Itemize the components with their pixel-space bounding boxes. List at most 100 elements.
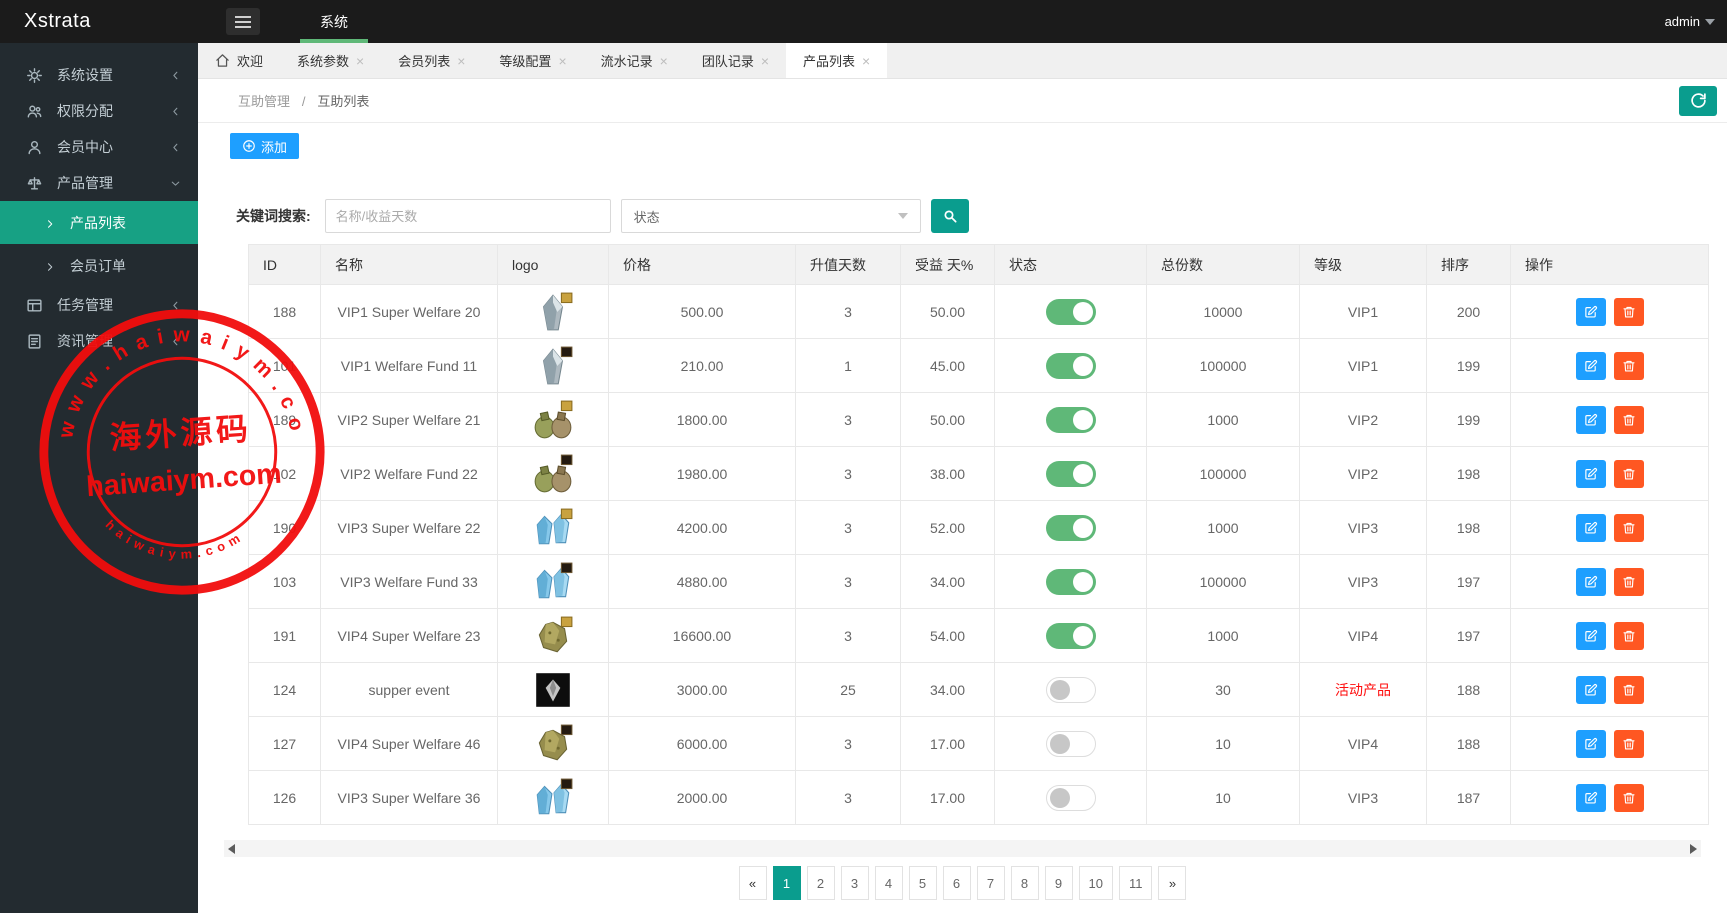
menu-toggle-button[interactable]: [226, 8, 260, 35]
delete-button[interactable]: [1613, 729, 1644, 758]
status-toggle[interactable]: [1045, 622, 1096, 649]
sidebar-item-permissions[interactable]: 权限分配: [0, 93, 198, 129]
pagination: «1 2 3 4 5 6 7 8 9 10 11»: [224, 866, 1701, 900]
page-button[interactable]: 9: [1044, 866, 1073, 900]
search-button[interactable]: [930, 199, 969, 233]
delete-button[interactable]: [1613, 405, 1644, 434]
sidebar-item-settings[interactable]: 系统设置: [0, 57, 198, 93]
sidebar-item-news[interactable]: 资讯管理: [0, 323, 198, 359]
edit-icon: [1584, 359, 1598, 373]
status-toggle[interactable]: [1045, 352, 1096, 379]
cell-actions: [1510, 662, 1709, 717]
page-button[interactable]: 1: [772, 866, 801, 900]
status-toggle[interactable]: [1045, 514, 1096, 541]
close-icon[interactable]: ×: [761, 54, 769, 68]
close-icon[interactable]: ×: [356, 54, 364, 68]
cell-logo: [497, 716, 609, 771]
cell-sort: 197: [1426, 554, 1511, 609]
column-header: 等级: [1299, 244, 1427, 285]
table-row: 127 VIP4 Super Welfare 46 6000.00 3 17.00 10 V…: [248, 716, 1709, 771]
cell-logo: [497, 662, 609, 717]
delete-button[interactable]: [1613, 297, 1644, 326]
edit-button[interactable]: [1575, 675, 1606, 704]
cell-days: 3: [795, 608, 901, 663]
page-button[interactable]: 6: [942, 866, 971, 900]
delete-button[interactable]: [1613, 351, 1644, 380]
cell-percent: 34.00: [900, 554, 995, 609]
status-toggle[interactable]: [1045, 784, 1096, 811]
scroll-right-icon[interactable]: [1690, 843, 1697, 854]
status-toggle[interactable]: [1045, 730, 1096, 757]
cell-total: 10: [1146, 716, 1300, 771]
page-button[interactable]: 7: [976, 866, 1005, 900]
delete-button[interactable]: [1613, 675, 1644, 704]
tab-level-config[interactable]: 等级配置 ×: [482, 43, 583, 78]
close-icon[interactable]: ×: [660, 54, 668, 68]
page-prev-button[interactable]: «: [738, 866, 767, 900]
scroll-left-icon[interactable]: [228, 843, 235, 854]
edit-button[interactable]: [1575, 297, 1606, 326]
edit-button[interactable]: [1575, 567, 1606, 596]
user-menu[interactable]: admin: [1665, 0, 1727, 43]
edit-button[interactable]: [1575, 783, 1606, 812]
topnav-system[interactable]: 系统: [298, 0, 370, 43]
page-button[interactable]: 5: [908, 866, 937, 900]
sidebar-item-members[interactable]: 会员中心: [0, 129, 198, 165]
add-button[interactable]: 添加: [230, 133, 300, 159]
cell-percent: 38.00: [900, 446, 995, 501]
tab-member-list[interactable]: 会员列表 ×: [381, 43, 482, 78]
status-toggle[interactable]: [1045, 406, 1096, 433]
sidebar-item-label: 产品管理: [57, 175, 113, 191]
page-button[interactable]: 4: [874, 866, 903, 900]
horizontal-scrollbar[interactable]: [224, 840, 1701, 857]
edit-button[interactable]: [1575, 621, 1606, 650]
status-toggle[interactable]: [1045, 298, 1096, 325]
close-icon[interactable]: ×: [862, 54, 870, 68]
status-toggle[interactable]: [1045, 460, 1096, 487]
edit-button[interactable]: [1575, 405, 1606, 434]
tab-team-records[interactable]: 团队记录 ×: [685, 43, 786, 78]
delete-button[interactable]: [1613, 783, 1644, 812]
tab-system-params[interactable]: 系统参数 ×: [280, 43, 381, 78]
cell-level: VIP4: [1299, 608, 1427, 663]
close-icon[interactable]: ×: [558, 54, 566, 68]
sidebar-item-products[interactable]: 产品管理: [0, 165, 198, 201]
status-toggle[interactable]: [1045, 676, 1096, 703]
page-button[interactable]: 2: [806, 866, 835, 900]
tab-product-list[interactable]: 产品列表 ×: [786, 43, 888, 78]
delete-button[interactable]: [1613, 459, 1644, 488]
status-select[interactable]: 状态: [620, 199, 921, 233]
arrow-right-icon: [44, 217, 56, 229]
edit-button[interactable]: [1575, 459, 1606, 488]
sidebar-subitem-member-orders[interactable]: 会员订单: [0, 244, 198, 287]
delete-button[interactable]: [1613, 513, 1644, 542]
page-button[interactable]: 8: [1010, 866, 1039, 900]
cell-days: 3: [795, 500, 901, 555]
close-icon[interactable]: ×: [457, 54, 465, 68]
trash-icon: [1622, 683, 1636, 697]
delete-button[interactable]: [1613, 621, 1644, 650]
product-logo-image: [498, 291, 608, 333]
edit-button[interactable]: [1575, 729, 1606, 758]
breadcrumb-parent[interactable]: 互助管理: [238, 94, 290, 109]
sidebar-item-label: 系统设置: [57, 67, 113, 83]
tab-welcome[interactable]: 欢迎: [198, 43, 280, 78]
keyword-input[interactable]: [324, 199, 611, 233]
status-toggle[interactable]: [1045, 568, 1096, 595]
page-button[interactable]: 11: [1118, 866, 1153, 900]
tab-flow-records[interactable]: 流水记录 ×: [584, 43, 685, 78]
edit-button[interactable]: [1575, 351, 1606, 380]
cell-name: VIP1 Welfare Fund 11: [320, 338, 498, 393]
edit-icon: [1584, 791, 1598, 805]
sidebar-item-tasks[interactable]: 任务管理: [0, 287, 198, 323]
tab-label: 流水记录: [600, 54, 653, 69]
page-next-button[interactable]: »: [1158, 866, 1187, 900]
cell-days: 3: [795, 770, 901, 825]
refresh-button[interactable]: [1679, 85, 1717, 116]
page-button[interactable]: 3: [840, 866, 869, 900]
sidebar-subitem-product-list[interactable]: 产品列表: [0, 201, 198, 244]
cell-actions: [1510, 770, 1709, 825]
page-button[interactable]: 10: [1078, 866, 1113, 900]
delete-button[interactable]: [1613, 567, 1644, 596]
edit-button[interactable]: [1575, 513, 1606, 542]
